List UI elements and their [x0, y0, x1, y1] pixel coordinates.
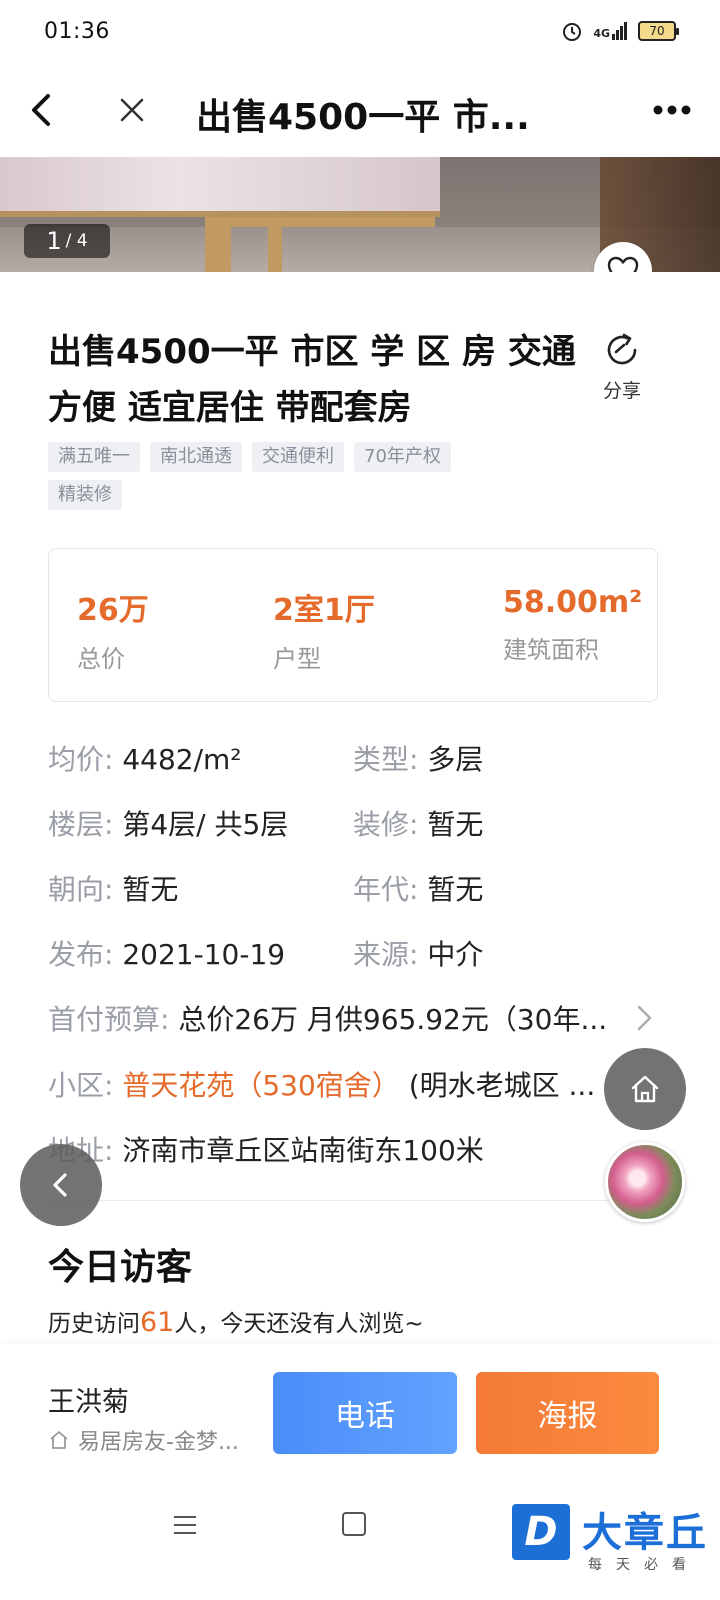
chevron-left-icon	[53, 1173, 67, 1197]
page-title: 出售4500一平 市...	[196, 97, 530, 138]
summary-price: 26万 总价	[77, 585, 149, 674]
floating-home-button[interactable]	[604, 1048, 686, 1130]
call-button[interactable]: 电话	[273, 1372, 457, 1454]
feature-tag: 70年产权	[354, 442, 451, 472]
floor-label: 楼层:	[48, 808, 114, 841]
decoration-label: 装修:	[353, 808, 419, 841]
menu-icon[interactable]	[172, 1512, 198, 1538]
agent-company: 易居房友-金梦...	[48, 1424, 239, 1456]
area-label: 建筑面积	[503, 636, 599, 664]
visitors-count: 61	[140, 1307, 175, 1338]
publish-label: 发布:	[48, 938, 114, 971]
info-row: 均价: 4482/m² 类型: 多层	[48, 738, 688, 778]
unit-price-value: 4482/m²	[122, 743, 242, 776]
info-row: 朝向: 暂无 年代: 暂无	[48, 868, 688, 908]
feature-tag: 精装修	[48, 480, 122, 510]
floating-avatar[interactable]	[605, 1142, 685, 1222]
summary-area: 58.00m² 建筑面积	[503, 585, 642, 665]
info-row: 发布: 2021-10-19 来源: 中介	[48, 933, 688, 973]
era-value: 暂无	[427, 873, 484, 906]
summary-layout: 2室1厅 户型	[273, 585, 375, 674]
watermark: D 大章丘 每天必看	[508, 1504, 714, 1596]
orientation-label: 朝向:	[48, 873, 114, 906]
status-time: 01:36	[44, 18, 110, 44]
watermark-slogan: 每天必看	[588, 1557, 700, 1573]
type-label: 类型:	[353, 743, 419, 776]
type-value: 多层	[427, 743, 484, 776]
home-icon	[631, 1075, 659, 1103]
area-value: 58.00m²	[503, 585, 643, 620]
source-label: 来源:	[353, 938, 419, 971]
unit-price-label: 均价:	[48, 743, 114, 776]
visitors-prefix: 历史访问	[48, 1311, 140, 1337]
publish-date: 2021-10-19	[122, 938, 286, 971]
battery-icon: 70	[638, 21, 679, 41]
alarm-icon	[563, 23, 582, 41]
watermark-brand: 大章丘	[582, 1510, 708, 1556]
total-price-label: 总价	[77, 645, 125, 673]
down-payment-row[interactable]: 首付预算: 总价26万 月供965.92元（30年...	[48, 998, 688, 1038]
visitors-section-title: 今日访客	[48, 1247, 193, 1288]
agent-contact-bar: 王洪菊 易居房友-金梦... 电话 海报	[0, 1344, 720, 1474]
photo-bed-frame	[205, 217, 435, 227]
agent-company-name: 易居房友-金梦...	[78, 1430, 239, 1455]
era-label: 年代:	[353, 873, 419, 906]
back-arrow-icon[interactable]	[20, 86, 68, 134]
layout-value: 2室1厅	[273, 593, 375, 628]
poster-button[interactable]: 海报	[476, 1372, 659, 1454]
community-label: 小区:	[48, 1069, 114, 1102]
down-payment-label: 首付预算:	[48, 1003, 170, 1036]
source-value: 中介	[427, 938, 484, 971]
photo-bed	[0, 157, 440, 217]
floor-value: 第4层/ 共5层	[122, 808, 289, 841]
layout-label: 户型	[273, 645, 321, 673]
home-icon	[50, 1431, 68, 1449]
listing-title: 出售4500一平 市区 学 区 房 交通方便 适宜居住 带配套房	[48, 332, 576, 428]
network-icon: 4G	[593, 22, 628, 40]
feature-tag: 交通便利	[252, 442, 344, 472]
chevron-right-icon	[637, 1005, 652, 1031]
nav-bar: 出售4500一平 市...	[0, 62, 720, 157]
status-icons: 4G 70	[561, 20, 679, 42]
community-row[interactable]: 小区: 普天花苑（530宿舍） (明水老城区 ...	[48, 1064, 688, 1104]
share-icon	[607, 333, 637, 365]
photo-current-index: 1	[46, 227, 62, 255]
feature-tag: 满五唯一	[48, 442, 140, 472]
system-nav-bar: D 大章丘 每天必看	[0, 1474, 720, 1600]
close-icon[interactable]	[108, 86, 156, 134]
visitors-suffix: 人，今天还没有人浏览~	[174, 1311, 424, 1337]
agent-name: 王洪菊	[48, 1387, 129, 1418]
down-payment-value: 总价26万 月供965.92元（30年...	[178, 1003, 608, 1036]
community-district: (明水老城区 ...	[408, 1069, 596, 1102]
visitors-summary: 历史访问61人，今天还没有人浏览~	[48, 1304, 424, 1338]
address-value: 济南市章丘区站南街东100米	[122, 1134, 484, 1167]
address-row: 地址: 济南市章丘区站南街东100米	[48, 1129, 688, 1169]
share-button[interactable]: 分享	[596, 330, 648, 403]
total-price-value: 26万	[77, 593, 149, 628]
divider	[48, 1200, 672, 1201]
more-icon[interactable]	[648, 86, 696, 134]
photo-total: / 4	[65, 231, 88, 251]
orientation-value: 暂无	[122, 873, 179, 906]
community-link[interactable]: 普天花苑（530宿舍）	[122, 1069, 399, 1102]
feature-tags: 满五唯一 南北通透 交通便利 70年产权 精装修	[48, 442, 528, 510]
photo-page-counter: 1 / 4	[24, 224, 110, 258]
summary-card: 26万 总价 2室1厅 户型 58.00m² 建筑面积	[48, 548, 658, 702]
status-bar: 01:36 4G 70	[0, 0, 720, 62]
watermark-logo: D	[512, 1504, 570, 1560]
system-home-button[interactable]	[342, 1512, 366, 1536]
info-row: 楼层: 第4层/ 共5层 装修: 暂无	[48, 803, 688, 843]
share-label: 分享	[602, 380, 641, 402]
floating-back-button[interactable]	[20, 1144, 102, 1226]
decoration-value: 暂无	[427, 808, 484, 841]
feature-tag: 南北通透	[150, 442, 242, 472]
